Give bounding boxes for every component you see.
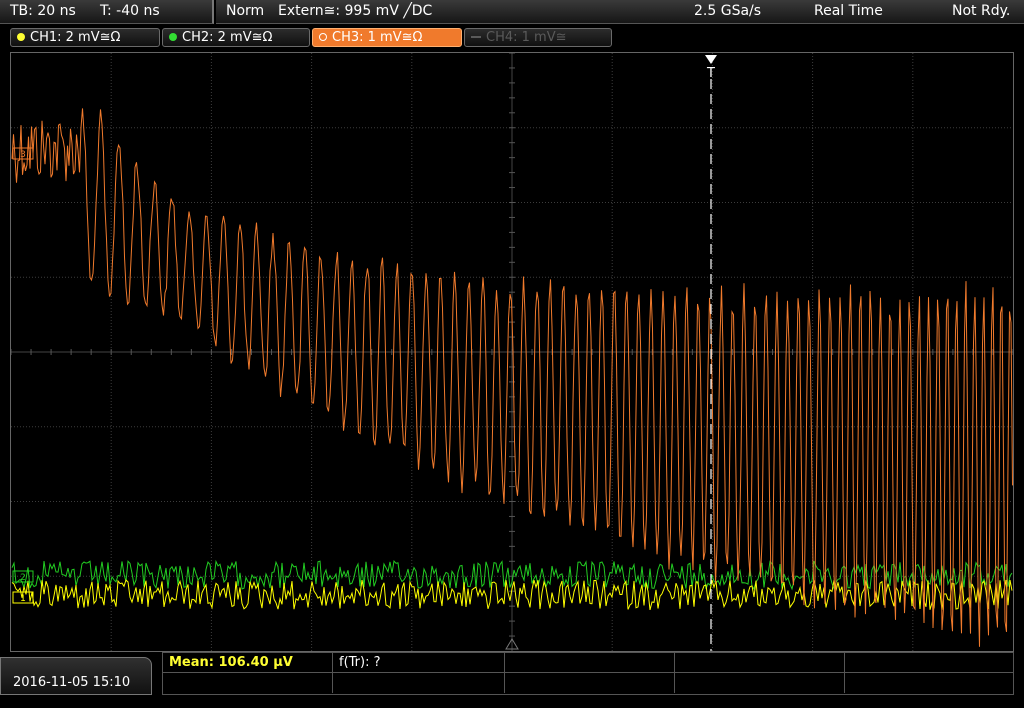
date-time-display: 2016-11-05 15:10 [0, 657, 152, 695]
measurement-slot-3[interactable] [505, 653, 675, 673]
channel-3-dot-icon [319, 33, 327, 41]
measurement-slot-9[interactable] [675, 673, 845, 693]
measurement-slot-5[interactable] [845, 653, 1013, 673]
channel-3-marker-label: 3 [20, 150, 26, 160]
waveform-display[interactable]: T 3 2 1 [10, 52, 1014, 652]
measurement-mean[interactable]: Mean: 106.40 µV [163, 653, 333, 673]
channel-2-dot-icon [169, 33, 177, 41]
graticule [11, 53, 1013, 651]
acquisition-status: Not Rdy. [952, 3, 1011, 19]
channel-1-dot-icon [17, 33, 25, 41]
channel-4-dash-icon [471, 36, 481, 38]
channel-bar: CH1: 2 mV≅Ω CH2: 2 mV≅Ω CH3: 1 mV≅Ω CH4:… [0, 26, 1024, 50]
measurement-slot-10[interactable] [845, 673, 1013, 693]
sample-rate: 2.5 GSa/s [694, 3, 762, 19]
trigger-offset-readout[interactable]: T: -40 ns [100, 0, 160, 23]
trigger-position-arrow-icon[interactable] [705, 55, 717, 64]
channel-1-marker-label: 1 [20, 594, 26, 604]
measurement-rise-frequency[interactable]: f(Tr): ? [333, 653, 505, 673]
date-time-text: 2016-11-05 15:10 [13, 675, 131, 690]
measurement-table[interactable]: Mean: 106.40 µV f(Tr): ? [162, 652, 1014, 695]
timebase-panel[interactable]: TB: 20 ns T: -40 ns [0, 0, 214, 24]
trigger-mode[interactable]: Norm [226, 0, 264, 23]
channel-4-label: CH4: 1 mV≅ [486, 30, 567, 45]
measurement-slot-4[interactable] [675, 653, 845, 673]
trigger-position-label: T [706, 66, 715, 81]
channel-3-button[interactable]: CH3: 1 mV≅Ω [312, 28, 462, 47]
measurement-slot-8[interactable] [505, 673, 675, 693]
channel-2-marker-label: 2 [20, 573, 26, 583]
trigger-source[interactable]: Extern≅: 995 mV ╱DC [278, 0, 432, 23]
channel-3-label: CH3: 1 mV≅Ω [332, 30, 423, 45]
channel-1-button[interactable]: CH1: 2 mV≅Ω [10, 28, 160, 47]
channel-1-label: CH1: 2 mV≅Ω [30, 30, 121, 45]
waveform-canvas[interactable]: T 3 2 1 [11, 53, 1013, 651]
channel-2-button[interactable]: CH2: 2 mV≅Ω [162, 28, 310, 47]
measurement-slot-6[interactable] [163, 673, 333, 693]
trigger-panel[interactable]: Norm Extern≅: 995 mV ╱DC 2.5 GSa/s Real … [216, 0, 1024, 24]
channel-4-button[interactable]: CH4: 1 mV≅ [464, 28, 612, 47]
timebase-readout[interactable]: TB: 20 ns [10, 0, 76, 23]
channel-2-label: CH2: 2 mV≅Ω [182, 30, 273, 45]
measurement-slot-7[interactable] [333, 673, 505, 693]
acquisition-mode[interactable]: Real Time [814, 0, 883, 23]
